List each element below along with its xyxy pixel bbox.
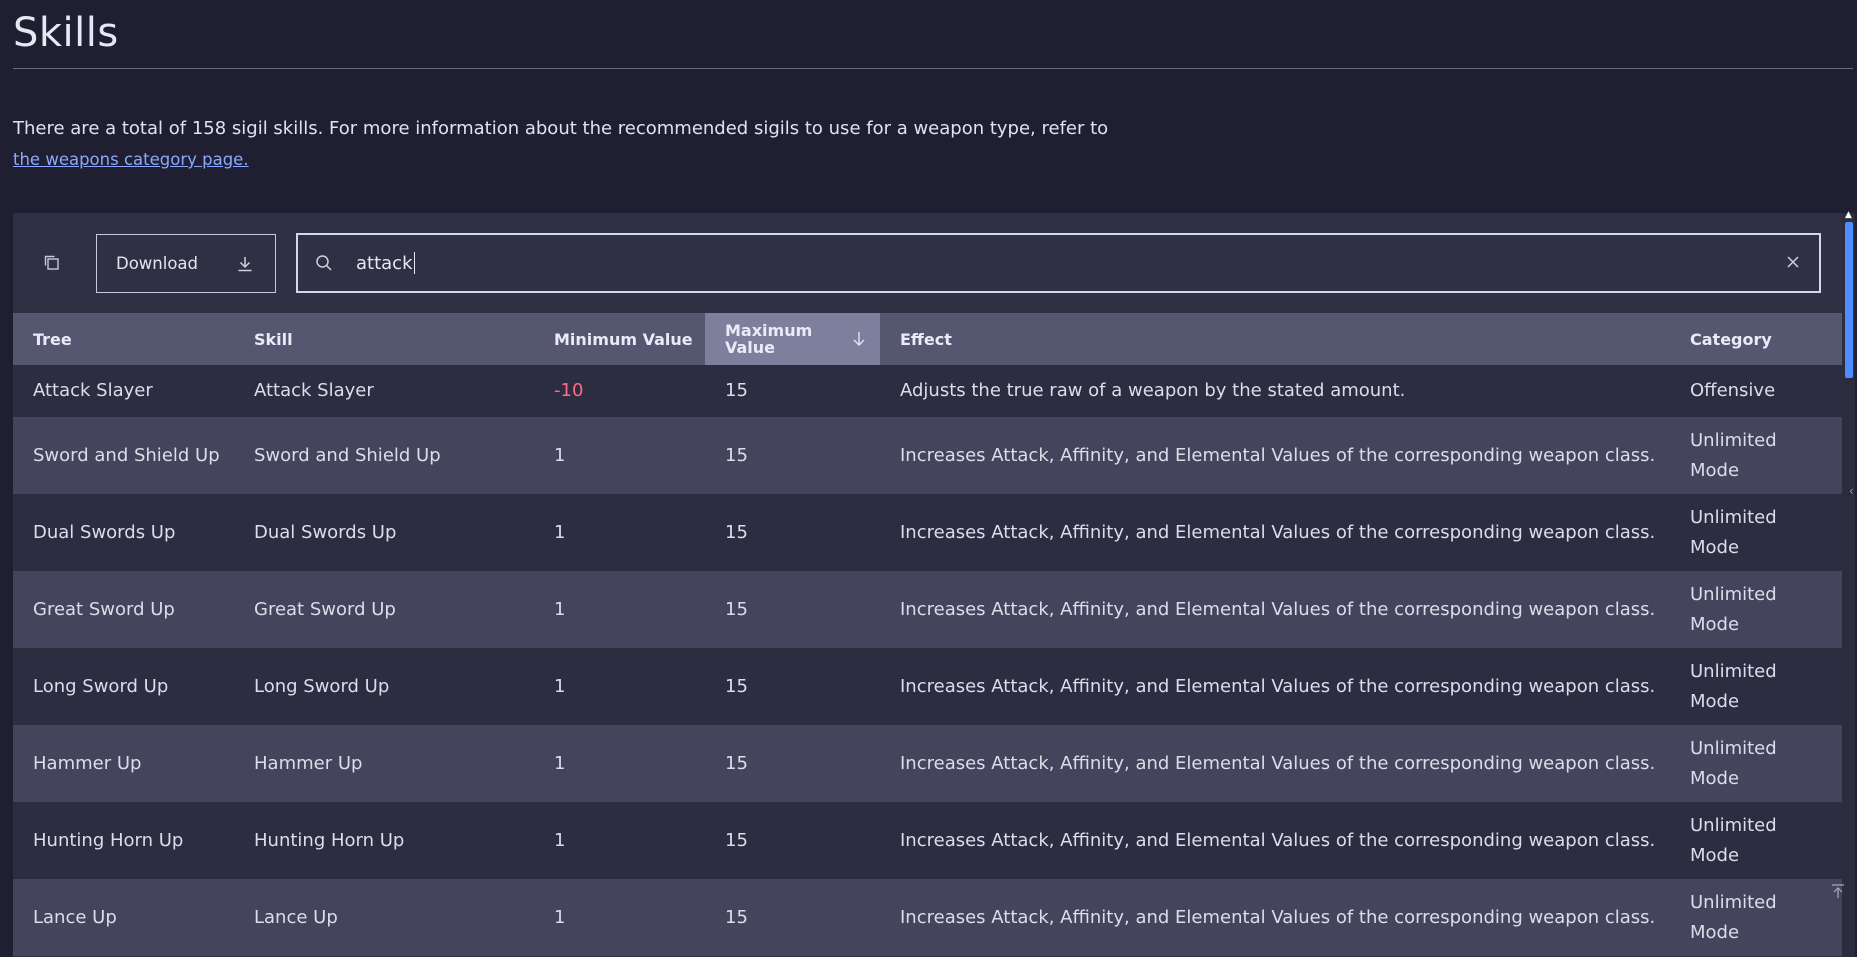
scroll-up-arrow-icon[interactable]: ▲ bbox=[1842, 210, 1855, 222]
cell-effect: Increases Attack, Affinity, and Elementa… bbox=[900, 444, 1656, 466]
cell-tree: Hunting Horn Up bbox=[33, 829, 184, 851]
title-divider bbox=[13, 68, 1853, 69]
skills-table-container: Download attack Tree Skill Minimum Value… bbox=[13, 213, 1842, 957]
cell-tree: Lance Up bbox=[33, 906, 117, 928]
cell-skill: Attack Slayer bbox=[254, 380, 374, 401]
table-row[interactable]: Long Sword Up Long Sword Up 1 15 Increas… bbox=[13, 648, 1842, 725]
download-button[interactable]: Download bbox=[96, 234, 276, 293]
cell-min: -10 bbox=[554, 380, 584, 401]
cell-skill: Hunting Horn Up bbox=[254, 829, 405, 851]
cell-effect: Increases Attack, Affinity, and Elementa… bbox=[900, 752, 1656, 774]
cell-category: Offensive bbox=[1690, 380, 1776, 401]
cell-min: 1 bbox=[554, 521, 566, 543]
cell-effect: Adjusts the true raw of a weapon by the … bbox=[900, 380, 1406, 401]
cell-tree: Hammer Up bbox=[33, 752, 142, 774]
cell-tree: Sword and Shield Up bbox=[33, 444, 220, 466]
side-panel-toggle-icon[interactable]: ‹ bbox=[1849, 484, 1854, 498]
cell-category: Unlimited Mode bbox=[1690, 814, 1777, 866]
search-input[interactable]: attack bbox=[356, 235, 1736, 291]
cell-min: 1 bbox=[554, 598, 566, 620]
cell-category: Unlimited Mode bbox=[1690, 660, 1777, 712]
cell-skill: Sword and Shield Up bbox=[254, 444, 441, 466]
cell-tree: Dual Swords Up bbox=[33, 521, 176, 543]
cell-effect: Increases Attack, Affinity, and Elementa… bbox=[900, 521, 1656, 543]
cell-skill: Hammer Up bbox=[254, 752, 363, 774]
cell-tree: Long Sword Up bbox=[33, 675, 169, 697]
column-header-minimum-value[interactable]: Minimum Value bbox=[534, 313, 705, 365]
cell-max: 15 bbox=[725, 752, 748, 774]
cell-max: 15 bbox=[725, 906, 748, 928]
cell-max: 15 bbox=[725, 380, 748, 401]
intro-text: There are a total of 158 sigil skills. F… bbox=[13, 118, 1109, 139]
search-field[interactable]: attack bbox=[296, 233, 1821, 293]
cell-min: 1 bbox=[554, 675, 566, 697]
cell-category: Unlimited Mode bbox=[1690, 429, 1777, 481]
column-header-maximum-value[interactable]: Maximum Value bbox=[705, 313, 880, 365]
cell-tree: Attack Slayer bbox=[33, 380, 153, 401]
cell-min: 1 bbox=[554, 752, 566, 774]
cell-effect: Increases Attack, Affinity, and Elementa… bbox=[900, 598, 1656, 620]
cell-effect: Increases Attack, Affinity, and Elementa… bbox=[900, 906, 1656, 928]
cell-effect: Increases Attack, Affinity, and Elementa… bbox=[900, 829, 1656, 851]
download-label: Download bbox=[116, 254, 199, 273]
cell-min: 1 bbox=[554, 906, 566, 928]
cell-max: 15 bbox=[725, 598, 748, 620]
cell-max: 15 bbox=[725, 675, 748, 697]
cell-skill: Lance Up bbox=[254, 906, 338, 928]
cell-max: 15 bbox=[725, 521, 748, 543]
column-header-skill[interactable]: Skill bbox=[234, 313, 534, 365]
column-header-tree[interactable]: Tree bbox=[13, 313, 234, 365]
download-icon bbox=[238, 257, 252, 272]
cell-skill: Long Sword Up bbox=[254, 675, 390, 697]
cell-skill: Dual Swords Up bbox=[254, 521, 397, 543]
table-row[interactable]: Dual Swords Up Dual Swords Up 1 15 Incre… bbox=[13, 494, 1842, 571]
cell-min: 1 bbox=[554, 444, 566, 466]
copy-button[interactable] bbox=[39, 250, 65, 276]
text-caret bbox=[413, 252, 415, 274]
cell-max: 15 bbox=[725, 444, 748, 466]
column-header-maximum-value-label: Maximum Value bbox=[725, 321, 813, 357]
column-header-effect[interactable]: Effect bbox=[880, 313, 1670, 365]
intro-paragraph: There are a total of 158 sigil skills. F… bbox=[13, 113, 1213, 175]
column-header-category[interactable]: Category bbox=[1670, 313, 1842, 365]
table-row[interactable]: Hammer Up Hammer Up 1 15 Increases Attac… bbox=[13, 725, 1842, 802]
cell-effect: Increases Attack, Affinity, and Elementa… bbox=[900, 675, 1656, 697]
table-toolbar: Download attack bbox=[13, 213, 1842, 313]
scrollbar-thumb[interactable] bbox=[1845, 222, 1853, 378]
cell-max: 15 bbox=[725, 829, 748, 851]
back-to-top-icon[interactable] bbox=[1829, 882, 1847, 900]
cell-skill: Great Sword Up bbox=[254, 598, 396, 620]
page-title: Skills bbox=[13, 10, 119, 56]
copy-icon bbox=[44, 255, 59, 270]
table-row[interactable]: Sword and Shield Up Sword and Shield Up … bbox=[13, 417, 1842, 494]
table-row[interactable]: Great Sword Up Great Sword Up 1 15 Incre… bbox=[13, 571, 1842, 648]
skills-table: Tree Skill Minimum Value Maximum Value E… bbox=[13, 313, 1842, 956]
table-row[interactable]: Attack Slayer Attack Slayer -10 15 Adjus… bbox=[13, 365, 1842, 417]
arrow-down-icon[interactable] bbox=[850, 330, 868, 348]
weapons-category-link[interactable]: the weapons category page. bbox=[13, 150, 249, 169]
cell-min: 1 bbox=[554, 829, 566, 851]
cell-category: Unlimited Mode bbox=[1690, 506, 1777, 558]
cell-category: Unlimited Mode bbox=[1690, 583, 1777, 635]
close-icon[interactable] bbox=[1783, 252, 1803, 272]
search-icon bbox=[316, 255, 332, 271]
cell-category: Unlimited Mode bbox=[1690, 737, 1777, 789]
table-header-row: Tree Skill Minimum Value Maximum Value E… bbox=[13, 313, 1842, 365]
table-row[interactable]: Hunting Horn Up Hunting Horn Up 1 15 Inc… bbox=[13, 802, 1842, 879]
table-row[interactable]: Lance Up Lance Up 1 15 Increases Attack,… bbox=[13, 879, 1842, 956]
search-value: attack bbox=[356, 252, 413, 274]
cell-category: Unlimited Mode bbox=[1690, 891, 1777, 943]
cell-tree: Great Sword Up bbox=[33, 598, 175, 620]
